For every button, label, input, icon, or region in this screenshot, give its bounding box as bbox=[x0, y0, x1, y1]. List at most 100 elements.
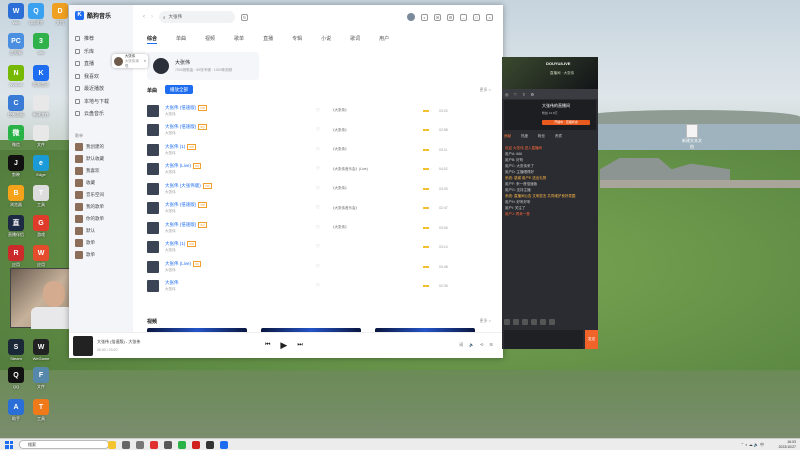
song-title[interactable]: 大张伟 (倍速版) bbox=[165, 124, 196, 129]
sidebar-playlist-item[interactable]: 默认收藏 bbox=[75, 155, 104, 163]
more-videos-link[interactable]: 更多 > bbox=[480, 318, 491, 324]
desktop-app-icon[interactable]: T 工具 bbox=[26, 399, 56, 421]
song-row[interactable]: 大张伟 大张伟 ♡ 02:39 bbox=[147, 277, 489, 297]
stream-tab-1[interactable]: 热度 bbox=[521, 134, 528, 139]
sidebar-playlist-item[interactable]: 我创建的 bbox=[75, 143, 104, 151]
app-icon[interactable] bbox=[206, 441, 214, 449]
sidebar-playlist-item[interactable]: 歌单 bbox=[75, 239, 95, 247]
song-album[interactable]: 《大张伟》 bbox=[331, 128, 423, 133]
app-icon[interactable] bbox=[164, 441, 172, 449]
song-artist[interactable]: 大张伟 bbox=[165, 248, 305, 253]
back-icon[interactable]: ‹ bbox=[143, 14, 145, 20]
tray-icons[interactable]: ⌃ ◐ ☁ 🔈 中 bbox=[741, 442, 764, 448]
play-all-button[interactable]: 播放全部 bbox=[165, 85, 193, 94]
now-playing-cover[interactable] bbox=[73, 335, 93, 356]
tab-7[interactable]: 歌词 bbox=[350, 35, 360, 44]
mail-icon[interactable]: ✉ bbox=[434, 13, 441, 21]
song-artist[interactable]: 大张伟 bbox=[165, 209, 305, 214]
like-icon[interactable]: ♡ bbox=[305, 225, 331, 231]
image-icon[interactable] bbox=[522, 319, 528, 325]
bag-icon[interactable] bbox=[540, 319, 546, 325]
forward-icon[interactable]: › bbox=[151, 14, 153, 20]
maximize-icon[interactable]: □ bbox=[473, 13, 480, 21]
song-title[interactable]: 大张伟 (倍速版) bbox=[165, 105, 196, 110]
like-icon[interactable]: ♡ bbox=[305, 127, 331, 133]
user-avatar[interactable] bbox=[407, 13, 415, 21]
tab-1[interactable]: 单曲 bbox=[176, 35, 186, 44]
song-row[interactable]: 大张伟 (大张伟版) VIP 大张伟 ♡ 《大张伟》 03:33 bbox=[147, 179, 489, 199]
app-icon[interactable] bbox=[150, 441, 158, 449]
tab-3[interactable]: 歌单 bbox=[234, 35, 244, 44]
lyrics-icon[interactable]: 词 bbox=[459, 342, 463, 348]
stream-tab-0[interactable]: 贡献 bbox=[504, 134, 511, 139]
prev-icon[interactable]: ⏮ bbox=[265, 342, 270, 349]
gift-icon[interactable] bbox=[513, 319, 519, 325]
close-icon[interactable]: × bbox=[486, 13, 493, 21]
desktop-file-icon[interactable]: 新建文本文档 bbox=[682, 124, 702, 150]
song-row[interactable]: 大张伟 (1) VIP 大张伟 ♡ 《大张伟》 03:11 bbox=[147, 140, 489, 160]
skin-icon[interactable]: ◐ bbox=[421, 13, 428, 21]
file-explorer-icon[interactable] bbox=[108, 441, 116, 449]
app-icon[interactable] bbox=[192, 441, 200, 449]
sidebar-playlist-item[interactable]: 歌单 bbox=[75, 251, 95, 259]
settings-icon[interactable]: ⚙ bbox=[530, 92, 534, 97]
refresh-icon[interactable]: ↻ bbox=[241, 13, 248, 21]
sidebar-nav-item[interactable]: 最近播放 bbox=[75, 85, 104, 92]
sidebar-playlist-item[interactable]: 我喜欢 bbox=[75, 167, 100, 175]
stream-tab-2[interactable]: 粉丝 bbox=[538, 134, 545, 139]
song-row[interactable]: 大张伟 (倍速版) VIP 大张伟 ♡ 《大张伟音乐会》 02:47 bbox=[147, 199, 489, 219]
desktop-app-icon[interactable]: 新建文件 bbox=[26, 95, 56, 117]
desktop-app-icon[interactable]: F 文件 bbox=[26, 367, 56, 389]
sidebar-nav-item[interactable]: 直播 bbox=[75, 60, 94, 67]
song-artist[interactable]: 大张伟 bbox=[165, 170, 305, 175]
tab-5[interactable]: 专辑 bbox=[292, 35, 302, 44]
kugou-icon[interactable] bbox=[220, 441, 228, 449]
live-badge[interactable]: 开播中 · 直播状态 bbox=[542, 120, 590, 125]
sidebar-nav-item[interactable]: 我喜欢 bbox=[75, 73, 99, 80]
like-icon[interactable]: ♡ bbox=[305, 166, 331, 172]
settings-icon[interactable]: ⚙ bbox=[447, 13, 454, 21]
share-icon[interactable]: ⇪ bbox=[522, 92, 525, 97]
desktop-app-icon[interactable]: W 应用 bbox=[26, 245, 56, 267]
tab-0[interactable]: 综合 bbox=[147, 35, 158, 44]
song-title[interactable]: 大张伟 (倍速版) bbox=[165, 202, 196, 207]
like-icon[interactable]: ♡ bbox=[305, 205, 331, 211]
song-artist[interactable]: 大张伟 bbox=[165, 131, 305, 136]
start-icon[interactable] bbox=[5, 440, 13, 449]
song-album[interactable]: 《大张伟》 bbox=[331, 108, 423, 113]
like-icon[interactable]: ♡ bbox=[305, 283, 331, 289]
desktop-app-icon[interactable]: G 游戏 bbox=[26, 215, 56, 237]
sidebar-nav-item[interactable]: 推荐 bbox=[75, 35, 94, 42]
sidebar-playlist-item[interactable]: 音乐空间 bbox=[75, 191, 104, 199]
more-icon[interactable] bbox=[549, 319, 555, 325]
artist-card[interactable]: 大张伟 7000首歌曲 · 89张专辑 · 1000条视频 bbox=[147, 52, 259, 80]
song-artist[interactable]: 大张伟 bbox=[165, 190, 305, 195]
more-singles-link[interactable]: 更多 > bbox=[480, 87, 491, 93]
sidebar-nav-item[interactable]: 乐库 bbox=[75, 48, 94, 55]
song-album[interactable]: 《大张伟音乐会》 bbox=[331, 206, 423, 211]
chat-input[interactable] bbox=[504, 330, 583, 349]
song-title[interactable]: 大张伟 (大张伟版) bbox=[165, 183, 201, 188]
tab-6[interactable]: 小说 bbox=[321, 35, 331, 44]
sidebar-playlist-item[interactable]: 收藏 bbox=[75, 179, 95, 187]
song-artist[interactable]: 大张伟 bbox=[165, 229, 305, 234]
song-row[interactable]: 大张伟 (1) VIP 大张伟 ♡ 03:14 bbox=[147, 238, 489, 258]
sidebar-playlist-item[interactable]: 你的歌单 bbox=[75, 215, 104, 223]
song-title[interactable]: 大张伟 (倍速版) bbox=[165, 222, 196, 227]
playlist-icon[interactable]: ☰ bbox=[489, 342, 493, 348]
song-album[interactable]: 《大张伟》 bbox=[331, 186, 423, 191]
song-title[interactable]: 大张伟 (Live) bbox=[165, 163, 191, 168]
song-title[interactable]: 大张伟 (1) bbox=[165, 241, 185, 246]
loop-icon[interactable]: ⟲ bbox=[480, 342, 483, 348]
song-row[interactable]: 大张伟 (倍速版) VIP 大张伟 ♡ 《大张伟》 03:20 bbox=[147, 101, 489, 121]
sidebar-nav-item[interactable]: 云盘音乐 bbox=[75, 110, 104, 117]
song-title[interactable]: 大张伟 (1) bbox=[165, 144, 185, 149]
heart-icon[interactable]: ♡ bbox=[514, 92, 518, 97]
song-row[interactable]: 大张伟 (Live) SQ 大张伟 ♡ 03:48 bbox=[147, 257, 489, 277]
desktop-app-icon[interactable]: 3 360 bbox=[26, 33, 56, 55]
song-title[interactable]: 大张伟 (Live) bbox=[165, 261, 191, 266]
minimize-icon[interactable]: – bbox=[460, 13, 467, 21]
sidebar-playlist-item[interactable]: 我的歌单 bbox=[75, 203, 104, 211]
desktop-app-icon[interactable]: e Edge bbox=[26, 155, 56, 177]
emoji-icon[interactable] bbox=[504, 319, 510, 325]
